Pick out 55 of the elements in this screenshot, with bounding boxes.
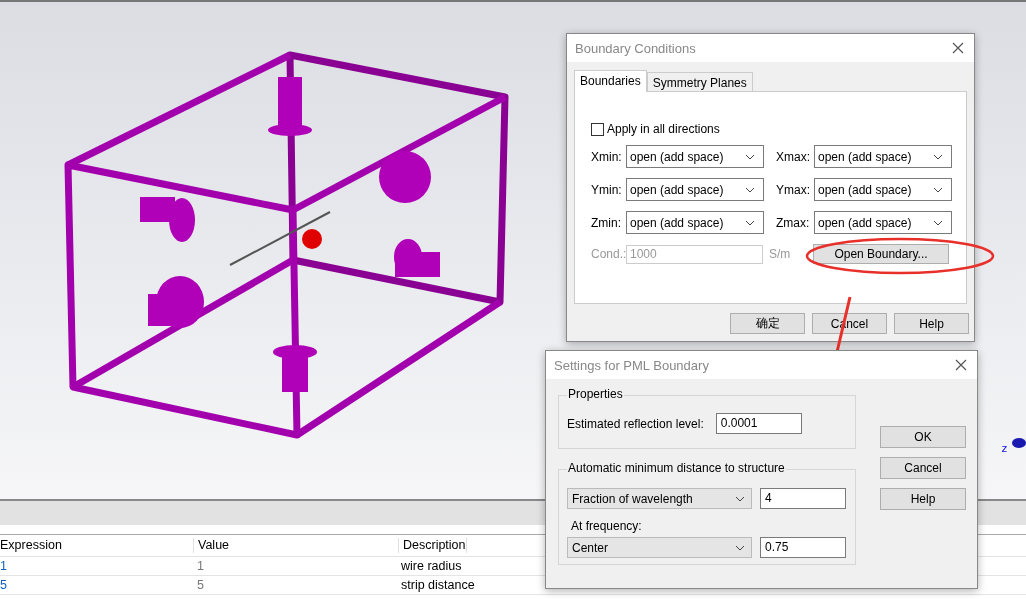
field-label: Zmin:: [591, 215, 622, 230]
dropdown[interactable]: Fraction of wavelength: [567, 488, 752, 509]
input-field[interactable]: 0.75: [760, 537, 846, 558]
dialog-title: Boundary Conditions: [575, 40, 696, 56]
dropdown[interactable]: open (add space): [814, 178, 952, 201]
field-label: Ymax:: [775, 182, 811, 197]
dropdown[interactable]: open (add space): [626, 178, 764, 201]
dropdown[interactable]: open (add space): [626, 211, 764, 234]
group-title: Automatic minimum distance to structure: [567, 461, 786, 475]
close-icon[interactable]: [952, 42, 964, 54]
table-cell-text: 1: [196, 558, 205, 574]
close-icon[interactable]: [955, 359, 967, 371]
chevron-down-icon: [735, 544, 745, 551]
field-label: Xmin:: [591, 149, 623, 164]
field-label: Ymin:: [591, 182, 623, 197]
table-cell-text: 5: [0, 577, 8, 593]
column-header: Expression: [0, 538, 194, 553]
chevron-down-icon: [933, 219, 943, 226]
table-cell-text: wire radius: [400, 558, 462, 574]
dialog-button[interactable]: Cancel: [880, 457, 966, 479]
unit-label: S/m: [768, 247, 792, 261]
input-field[interactable]: 0.0001: [715, 413, 802, 434]
field-label: Xmax:: [775, 149, 811, 164]
dropdown[interactable]: open (add space): [626, 145, 764, 168]
chevron-down-icon: [933, 186, 943, 193]
checkbox[interactable]: [591, 122, 604, 136]
chevron-down-icon: [735, 495, 745, 502]
dialog-button[interactable]: Help: [894, 313, 969, 334]
tab[interactable]: Boundaries: [574, 70, 647, 92]
axis-label: z: [1001, 442, 1008, 455]
chevron-down-icon: [745, 153, 755, 160]
chevron-down-icon: [745, 219, 755, 226]
dialog-title: Settings for PML Boundary: [554, 357, 709, 373]
tab[interactable]: Symmetry Planes: [646, 72, 753, 92]
input-field[interactable]: 4: [760, 488, 846, 509]
chevron-down-icon: [745, 186, 755, 193]
chevron-down-icon: [933, 153, 943, 160]
field-label: Estimated reflection level:: [567, 416, 704, 431]
dropdown[interactable]: open (add space): [814, 145, 952, 168]
dialog-button[interactable]: 确定: [730, 313, 805, 334]
table-cell-text: 5: [196, 577, 205, 593]
table-cell-text: strip distance: [400, 577, 475, 593]
open-boundary-button[interactable]: Open Boundary...: [813, 244, 949, 264]
dialog-button[interactable]: OK: [880, 426, 966, 448]
field-label: Zmax:: [775, 215, 811, 230]
checkbox-label: Apply in all directions: [607, 122, 720, 136]
group-title: Properties: [567, 387, 624, 401]
dropdown[interactable]: open (add space): [814, 211, 952, 234]
field-label: Cond.:: [591, 247, 626, 261]
table-cell-text: 1: [0, 558, 8, 574]
field-label: At frequency:: [571, 519, 643, 533]
column-header: Value: [194, 538, 399, 553]
dropdown[interactable]: Center: [567, 537, 752, 558]
column-header: Description: [399, 538, 467, 553]
dialog-button[interactable]: Help: [880, 488, 966, 510]
